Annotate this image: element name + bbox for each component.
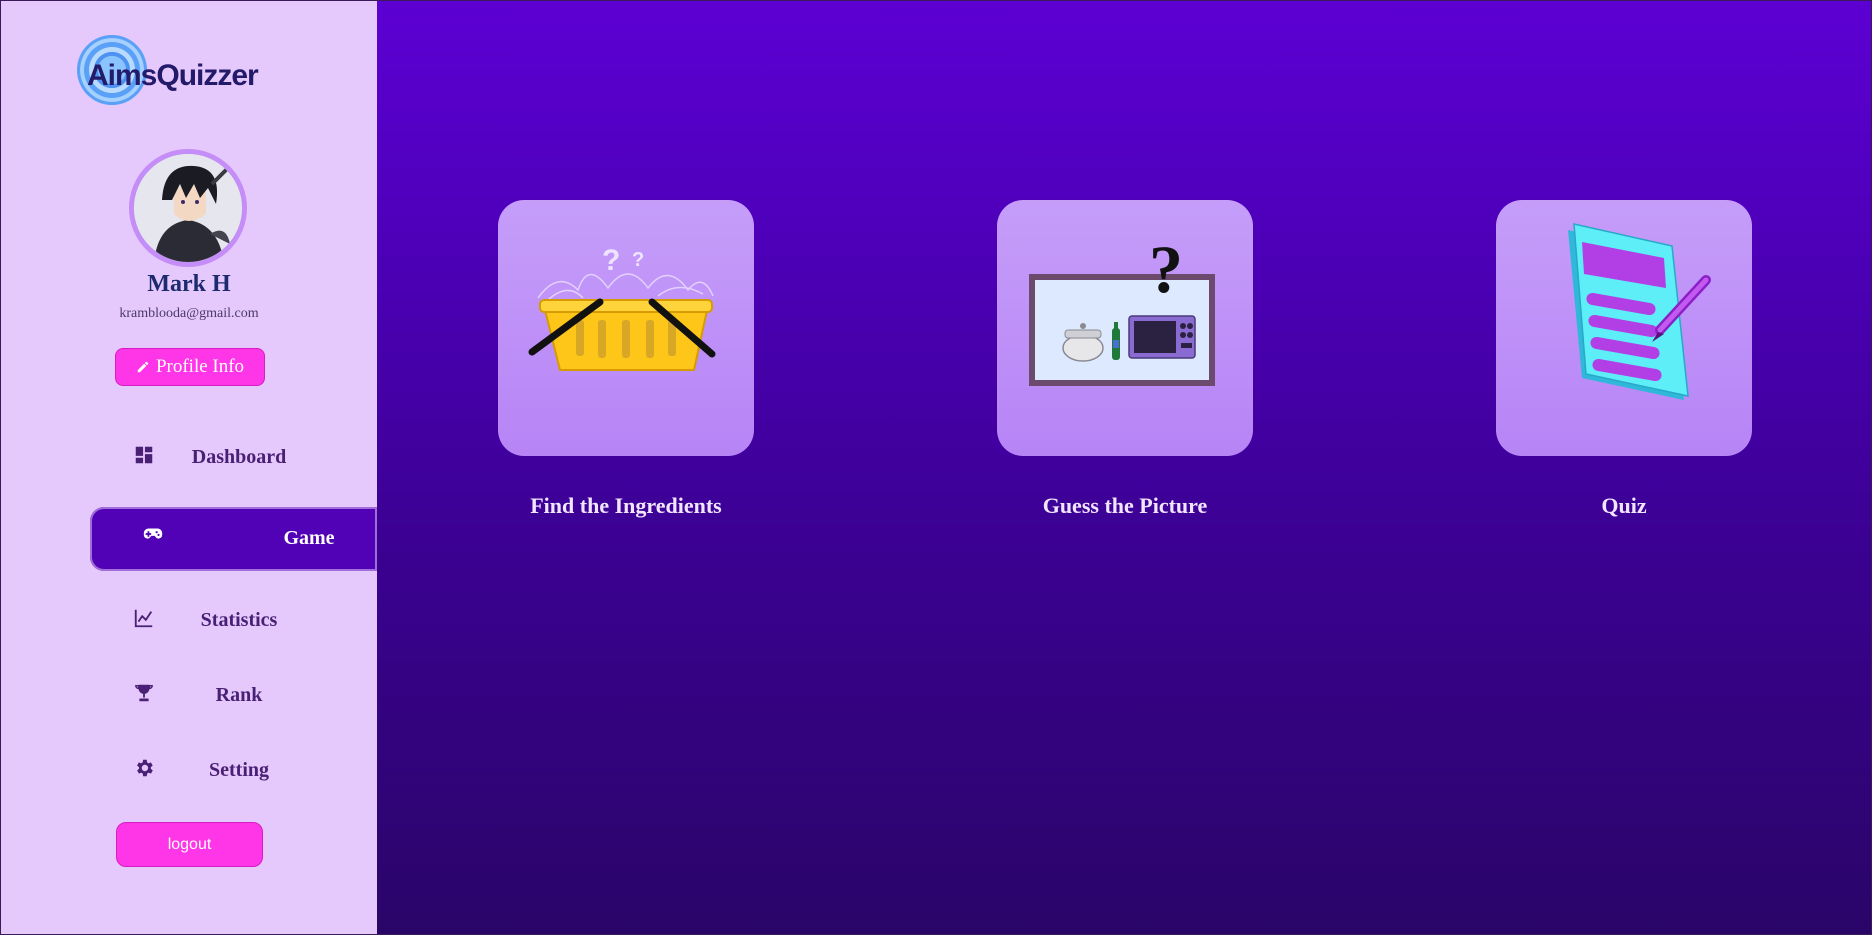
sidebar-item-dashboard[interactable]: Dashboard xyxy=(1,428,377,488)
picture-question-icon: ? xyxy=(1029,231,1215,386)
profile-info-button[interactable]: Profile Info xyxy=(115,348,265,386)
gear-icon xyxy=(137,759,153,777)
sidebar-item-rank[interactable]: Rank xyxy=(1,666,377,726)
quiz-paper-icon xyxy=(1568,223,1711,400)
game-card-find-ingredients[interactable]: ? ? xyxy=(498,200,754,456)
game-title-guess-picture[interactable]: Guess the Picture xyxy=(975,493,1275,519)
profile-info-label: Profile Info xyxy=(155,356,245,377)
sidebar-item-label: Statistics xyxy=(200,609,278,631)
chart-line-icon xyxy=(134,609,153,628)
basket-icon: ? ? xyxy=(528,244,716,371)
svg-text:?: ? xyxy=(1149,231,1183,307)
sidebar-item-game[interactable]: Game xyxy=(90,507,377,571)
sidebar-item-label: Game xyxy=(283,527,335,549)
sidebar-item-label: Setting xyxy=(209,759,269,781)
avatar-image xyxy=(134,154,242,262)
app-window: AimsQuizzer Mark H kramblooda@gmail.com … xyxy=(0,0,1872,935)
game-selection-area: ? ? Find the Ingredients ? Guess the Pic… xyxy=(377,1,1871,934)
sidebar-item-label: Dashboard xyxy=(191,446,287,468)
user-email: kramblooda@gmail.com xyxy=(119,306,259,321)
sidebar-item-label: Rank xyxy=(215,684,263,706)
svg-text:?: ? xyxy=(602,244,620,277)
game-card-quiz[interactable] xyxy=(1496,200,1752,456)
sidebar: AimsQuizzer Mark H kramblooda@gmail.com … xyxy=(1,1,377,934)
gamepad-icon xyxy=(143,528,163,539)
sidebar-item-setting[interactable]: Setting xyxy=(1,741,377,801)
avatar[interactable] xyxy=(129,149,247,267)
game-card-guess-picture[interactable]: ? xyxy=(997,200,1253,456)
user-name: Mark H xyxy=(147,271,231,297)
logo-text: AimsQuizzer xyxy=(87,59,259,92)
game-title-find-ingredients[interactable]: Find the Ingredients xyxy=(476,493,776,519)
app-logo[interactable]: AimsQuizzer xyxy=(73,31,273,111)
svg-text:?: ? xyxy=(632,249,644,271)
dashboard-icon xyxy=(135,446,153,464)
sidebar-item-statistics[interactable]: Statistics xyxy=(1,591,377,651)
logout-button[interactable]: logout xyxy=(116,822,263,867)
pencil-icon xyxy=(137,361,149,373)
game-title-quiz[interactable]: Quiz xyxy=(1474,493,1774,519)
trophy-icon xyxy=(135,684,153,702)
